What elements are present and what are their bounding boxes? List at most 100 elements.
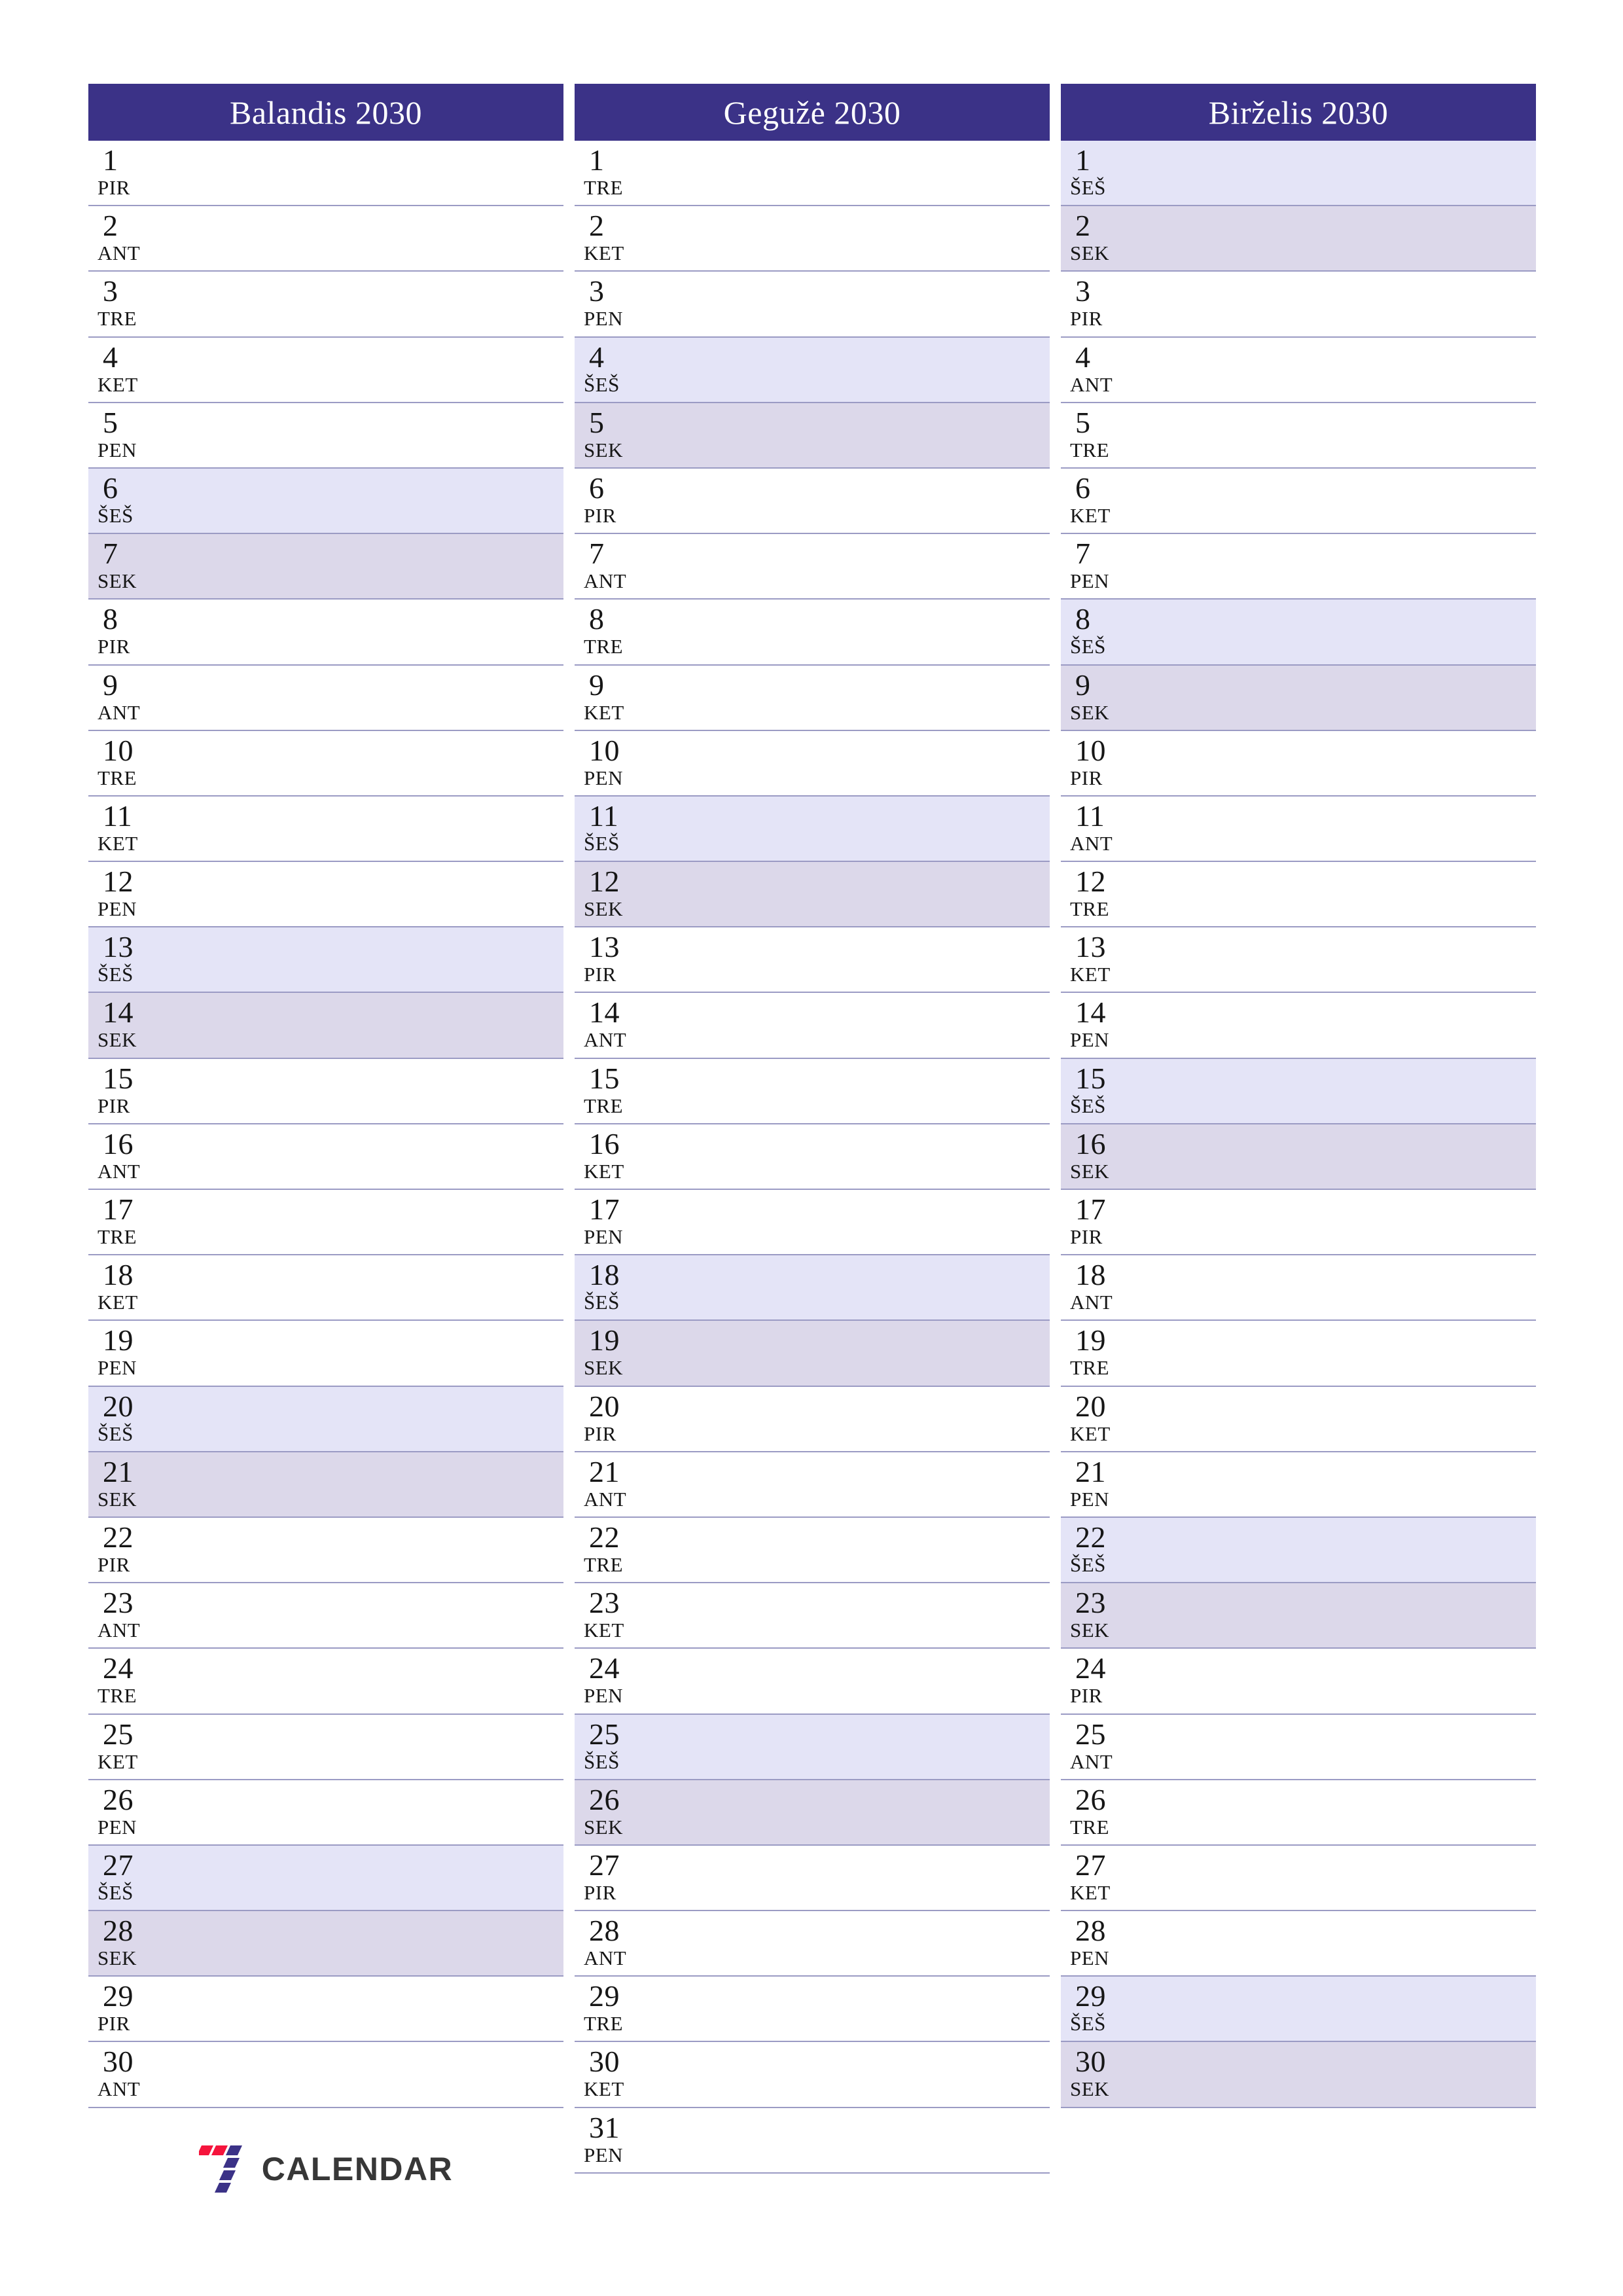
day-row[interactable]: 8 ŠEŠ — [1061, 600, 1536, 666]
day-row[interactable]: 9 KET — [575, 665, 1050, 731]
weekday-abbr: ANT — [1070, 831, 1113, 855]
day-row[interactable]: 4 KET — [88, 337, 563, 403]
day-row[interactable]: 28 ANT — [575, 1911, 1050, 1977]
day-row[interactable]: 7 ANT — [575, 534, 1050, 600]
day-row[interactable]: 16 SEK — [1061, 1124, 1536, 1190]
weekday-abbr: KET — [98, 831, 138, 855]
day-row[interactable]: 2 ANT — [88, 206, 563, 272]
day-row[interactable]: 22 ŠEŠ — [1061, 1517, 1536, 1584]
day-row[interactable]: 19 TRE — [1061, 1321, 1536, 1387]
day-row[interactable]: 9 SEK — [1061, 665, 1536, 731]
day-row[interactable]: 10 PIR — [1061, 730, 1536, 797]
day-row[interactable]: 13 ŠEŠ — [88, 927, 563, 994]
day-row[interactable]: 27 KET — [1061, 1845, 1536, 1912]
day-row[interactable]: 10 PEN — [575, 730, 1050, 797]
day-row[interactable]: 17 TRE — [88, 1190, 563, 1256]
day-row[interactable]: 17 PIR — [1061, 1190, 1536, 1256]
day-row[interactable]: 3 PEN — [575, 272, 1050, 338]
day-row[interactable]: 15 PIR — [88, 1058, 563, 1124]
day-row[interactable]: 30 KET — [575, 2042, 1050, 2108]
day-row[interactable]: 4 ŠEŠ — [575, 337, 1050, 403]
day-row[interactable]: 14 PEN — [1061, 993, 1536, 1059]
weekday-abbr: PIR — [1070, 1684, 1103, 1708]
day-row[interactable]: 12 TRE — [1061, 862, 1536, 928]
day-row[interactable]: 12 PEN — [88, 862, 563, 928]
day-row[interactable]: 23 SEK — [1061, 1583, 1536, 1649]
day-row[interactable]: 25 ŠEŠ — [575, 1714, 1050, 1780]
day-row[interactable]: 15 TRE — [575, 1058, 1050, 1124]
day-row[interactable]: 21 PEN — [1061, 1452, 1536, 1518]
day-row[interactable]: 2 KET — [575, 206, 1050, 272]
day-row[interactable]: 15 ŠEŠ — [1061, 1058, 1536, 1124]
day-row[interactable]: 21 SEK — [88, 1452, 563, 1518]
day-row[interactable]: 22 TRE — [575, 1517, 1050, 1584]
day-row[interactable]: 24 PIR — [1061, 1649, 1536, 1715]
day-row[interactable]: 26 SEK — [575, 1780, 1050, 1846]
day-row[interactable]: 31 PEN — [575, 2108, 1050, 2174]
day-row[interactable]: 14 SEK — [88, 993, 563, 1059]
day-row[interactable]: 3 TRE — [88, 272, 563, 338]
day-row[interactable]: 28 SEK — [88, 1911, 563, 1977]
day-row[interactable]: 11 ANT — [1061, 796, 1536, 863]
day-row[interactable]: 7 SEK — [88, 534, 563, 600]
day-row[interactable]: 2 SEK — [1061, 206, 1536, 272]
day-row[interactable]: 9 ANT — [88, 665, 563, 731]
day-row[interactable]: 25 KET — [88, 1714, 563, 1780]
day-row[interactable]: 27 ŠEŠ — [88, 1845, 563, 1912]
day-row[interactable]: 11 ŠEŠ — [575, 796, 1050, 863]
weekday-abbr: PIR — [584, 503, 616, 527]
day-row[interactable]: 1 PIR — [88, 141, 563, 207]
day-row[interactable]: 6 ŠEŠ — [88, 468, 563, 535]
day-row[interactable]: 5 SEK — [575, 403, 1050, 469]
day-row[interactable]: 7 PEN — [1061, 534, 1536, 600]
day-row[interactable]: 6 PIR — [575, 468, 1050, 535]
day-row[interactable]: 19 PEN — [88, 1321, 563, 1387]
weekday-abbr: PEN — [98, 897, 137, 921]
day-row[interactable]: 30 SEK — [1061, 2042, 1536, 2108]
day-row[interactable]: 8 TRE — [575, 600, 1050, 666]
day-row[interactable]: 25 ANT — [1061, 1714, 1536, 1780]
day-row[interactable]: 20 PIR — [575, 1386, 1050, 1452]
day-row[interactable]: 13 KET — [1061, 927, 1536, 994]
day-row[interactable]: 29 TRE — [575, 1977, 1050, 2043]
day-row[interactable]: 5 PEN — [88, 403, 563, 469]
day-row[interactable]: 4 ANT — [1061, 337, 1536, 403]
day-row[interactable]: 24 PEN — [575, 1649, 1050, 1715]
day-number: 18 — [1075, 1258, 1106, 1292]
day-row[interactable]: 24 TRE — [88, 1649, 563, 1715]
day-row[interactable]: 19 SEK — [575, 1321, 1050, 1387]
day-row[interactable]: 26 TRE — [1061, 1780, 1536, 1846]
day-row[interactable]: 11 KET — [88, 796, 563, 863]
day-number: 8 — [103, 602, 118, 636]
day-row[interactable]: 30 ANT — [88, 2042, 563, 2108]
day-row[interactable]: 29 PIR — [88, 1977, 563, 2043]
day-row[interactable]: 21 ANT — [575, 1452, 1050, 1518]
day-row[interactable]: 20 ŠEŠ — [88, 1386, 563, 1452]
day-row[interactable]: 13 PIR — [575, 927, 1050, 994]
day-row[interactable]: 1 TRE — [575, 141, 1050, 207]
day-row[interactable]: 17 PEN — [575, 1190, 1050, 1256]
day-row[interactable]: 8 PIR — [88, 600, 563, 666]
day-row[interactable]: 10 TRE — [88, 730, 563, 797]
day-row[interactable]: 28 PEN — [1061, 1911, 1536, 1977]
day-row[interactable]: 23 ANT — [88, 1583, 563, 1649]
weekday-abbr: SEK — [1070, 700, 1110, 724]
day-row[interactable]: 16 KET — [575, 1124, 1050, 1190]
day-row[interactable]: 18 KET — [88, 1255, 563, 1321]
day-row[interactable]: 22 PIR — [88, 1517, 563, 1584]
day-row[interactable]: 20 KET — [1061, 1386, 1536, 1452]
day-row[interactable]: 18 ANT — [1061, 1255, 1536, 1321]
day-row[interactable]: 23 KET — [575, 1583, 1050, 1649]
day-row[interactable]: 16 ANT — [88, 1124, 563, 1190]
day-row[interactable]: 27 PIR — [575, 1845, 1050, 1912]
weekday-abbr: ANT — [98, 1619, 141, 1642]
day-row[interactable]: 12 SEK — [575, 862, 1050, 928]
day-row[interactable]: 14 ANT — [575, 993, 1050, 1059]
day-row[interactable]: 3 PIR — [1061, 272, 1536, 338]
day-row[interactable]: 29 ŠEŠ — [1061, 1977, 1536, 2043]
day-row[interactable]: 1 ŠEŠ — [1061, 141, 1536, 207]
day-row[interactable]: 5 TRE — [1061, 403, 1536, 469]
day-row[interactable]: 26 PEN — [88, 1780, 563, 1846]
day-row[interactable]: 6 KET — [1061, 468, 1536, 535]
day-row[interactable]: 18 ŠEŠ — [575, 1255, 1050, 1321]
